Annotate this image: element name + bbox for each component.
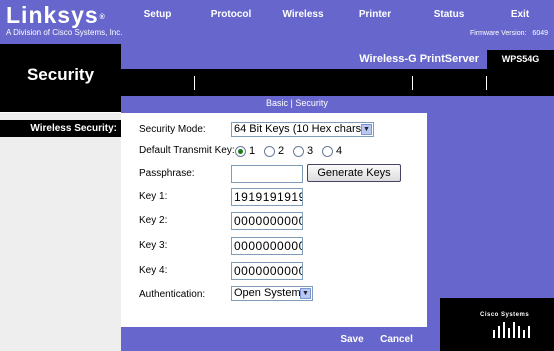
cisco-bars-icon: [493, 322, 530, 338]
model-badge: WPS54G: [487, 50, 554, 69]
key2-label: Key 2:: [139, 215, 168, 226]
cancel-button[interactable]: Cancel: [373, 331, 420, 348]
authentication-select[interactable]: Open System ▼: [231, 286, 313, 301]
authentication-value: Open System: [234, 287, 301, 299]
save-button[interactable]: Save: [333, 331, 371, 348]
passphrase-input[interactable]: [231, 165, 303, 183]
default-key-option-4: 4: [336, 145, 343, 157]
subnav-security[interactable]: Security: [295, 98, 328, 108]
tab-printer[interactable]: Printer: [338, 0, 412, 27]
key3-input[interactable]: 0000000000: [231, 237, 303, 255]
chevron-down-icon: ▼: [361, 124, 372, 135]
security-mode-label: Security Mode:: [139, 124, 206, 135]
passphrase-label: Passphrase:: [139, 168, 195, 179]
main-nav: [121, 69, 554, 96]
tab-protocol[interactable]: Protocol: [194, 0, 268, 27]
subnav-bar: [121, 96, 554, 113]
key4-label: Key 4:: [139, 265, 168, 276]
default-key-radio-3[interactable]: [293, 146, 304, 157]
authentication-label: Authentication:: [139, 289, 206, 300]
product-name: Wireless-G PrintServer: [359, 53, 479, 65]
default-key-option-3: 3: [307, 145, 314, 157]
wireless-security-label: Wireless Security:: [30, 123, 117, 134]
logo-subtitle: A Division of Cisco Systems, Inc.: [6, 28, 123, 37]
subnav-separator: |: [290, 98, 293, 108]
generate-keys-button[interactable]: Generate Keys: [307, 164, 401, 182]
default-key-option-2: 2: [278, 145, 285, 157]
tab-wireless[interactable]: Wireless: [268, 0, 338, 27]
subnav-basic[interactable]: Basic: [266, 98, 288, 108]
default-key-radio-4[interactable]: [322, 146, 333, 157]
chevron-down-icon: ▼: [300, 288, 311, 299]
key2-input[interactable]: 0000000000: [231, 212, 303, 230]
default-key-radio-2[interactable]: [264, 146, 275, 157]
nav-divider: [194, 76, 195, 90]
nav-divider: [486, 76, 487, 90]
default-key-radio-1[interactable]: [235, 146, 246, 157]
key1-label: Key 1:: [139, 191, 168, 202]
page-title: Security: [26, 65, 95, 84]
key3-label: Key 3:: [139, 240, 168, 251]
tab-status[interactable]: Status: [412, 0, 486, 27]
key1-input[interactable]: 1919191919: [231, 188, 303, 206]
left-panel: [0, 113, 121, 351]
tab-setup[interactable]: Setup: [121, 0, 194, 27]
linksys-logo: Linksys®: [6, 2, 106, 28]
nav-divider: [412, 76, 413, 90]
cisco-logo: Cisco Systems: [480, 312, 530, 318]
tab-exit[interactable]: Exit: [486, 0, 554, 27]
default-key-option-1: 1: [249, 145, 256, 157]
security-mode-value: 64 Bit Keys (10 Hex chars): [234, 123, 365, 135]
key4-input[interactable]: 0000000000: [231, 262, 303, 280]
default-key-label: Default Transmit Key:: [139, 145, 235, 156]
firmware-version: Firmware Version: 6049: [470, 30, 548, 37]
security-mode-select[interactable]: 64 Bit Keys (10 Hex chars) ▼: [231, 122, 374, 137]
subnav: Basic | Security: [266, 98, 328, 108]
